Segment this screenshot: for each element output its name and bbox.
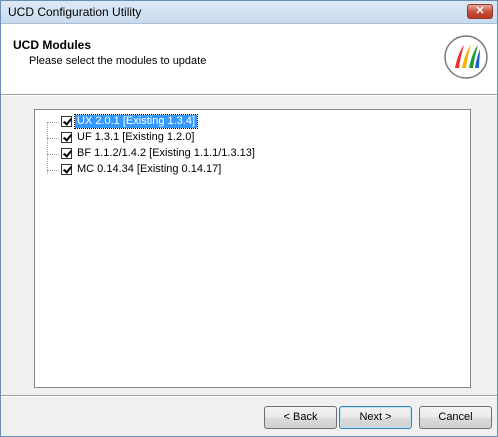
- tree-connector: [47, 154, 59, 155]
- tree-connector: [47, 170, 59, 171]
- window-title: UCD Configuration Utility: [8, 5, 142, 19]
- module-label[interactable]: MC 0.14.34 [Existing 0.14.17]: [75, 163, 223, 176]
- dialog-window: UCD Configuration Utility ✕ UCD Modules …: [0, 0, 498, 437]
- module-checkbox[interactable]: [61, 132, 72, 143]
- page-title: UCD Modules: [13, 38, 91, 52]
- module-checkbox[interactable]: [61, 148, 72, 159]
- tree-connector: [47, 122, 48, 174]
- tree-connector: [47, 138, 59, 139]
- tree-connector: [47, 122, 59, 123]
- wizard-header: UCD Modules Please select the modules to…: [1, 24, 497, 95]
- module-label[interactable]: UX 2.0.1 [Existing 1.3.4]: [73, 114, 199, 129]
- module-checkbox[interactable]: [61, 164, 72, 175]
- module-label[interactable]: UF 1.3.1 [Existing 1.2.0]: [75, 131, 196, 144]
- cancel-button[interactable]: Cancel: [419, 406, 492, 429]
- next-button[interactable]: Next >: [339, 406, 412, 429]
- module-checkbox[interactable]: [61, 116, 72, 127]
- module-tree[interactable]: UX 2.0.1 [Existing 1.3.4] UF 1.3.1 [Exis…: [34, 109, 471, 388]
- ucd-logo-icon: [444, 35, 488, 79]
- module-label[interactable]: BF 1.1.2/1.4.2 [Existing 1.1.1/1.3.13]: [75, 147, 257, 160]
- header-divider: [1, 95, 497, 96]
- footer-divider: [1, 395, 497, 397]
- title-bar[interactable]: UCD Configuration Utility ✕: [1, 1, 497, 24]
- close-icon: ✕: [475, 5, 485, 17]
- page-subtitle: Please select the modules to update: [29, 55, 207, 67]
- close-button[interactable]: ✕: [467, 4, 493, 19]
- back-button[interactable]: < Back: [264, 406, 337, 429]
